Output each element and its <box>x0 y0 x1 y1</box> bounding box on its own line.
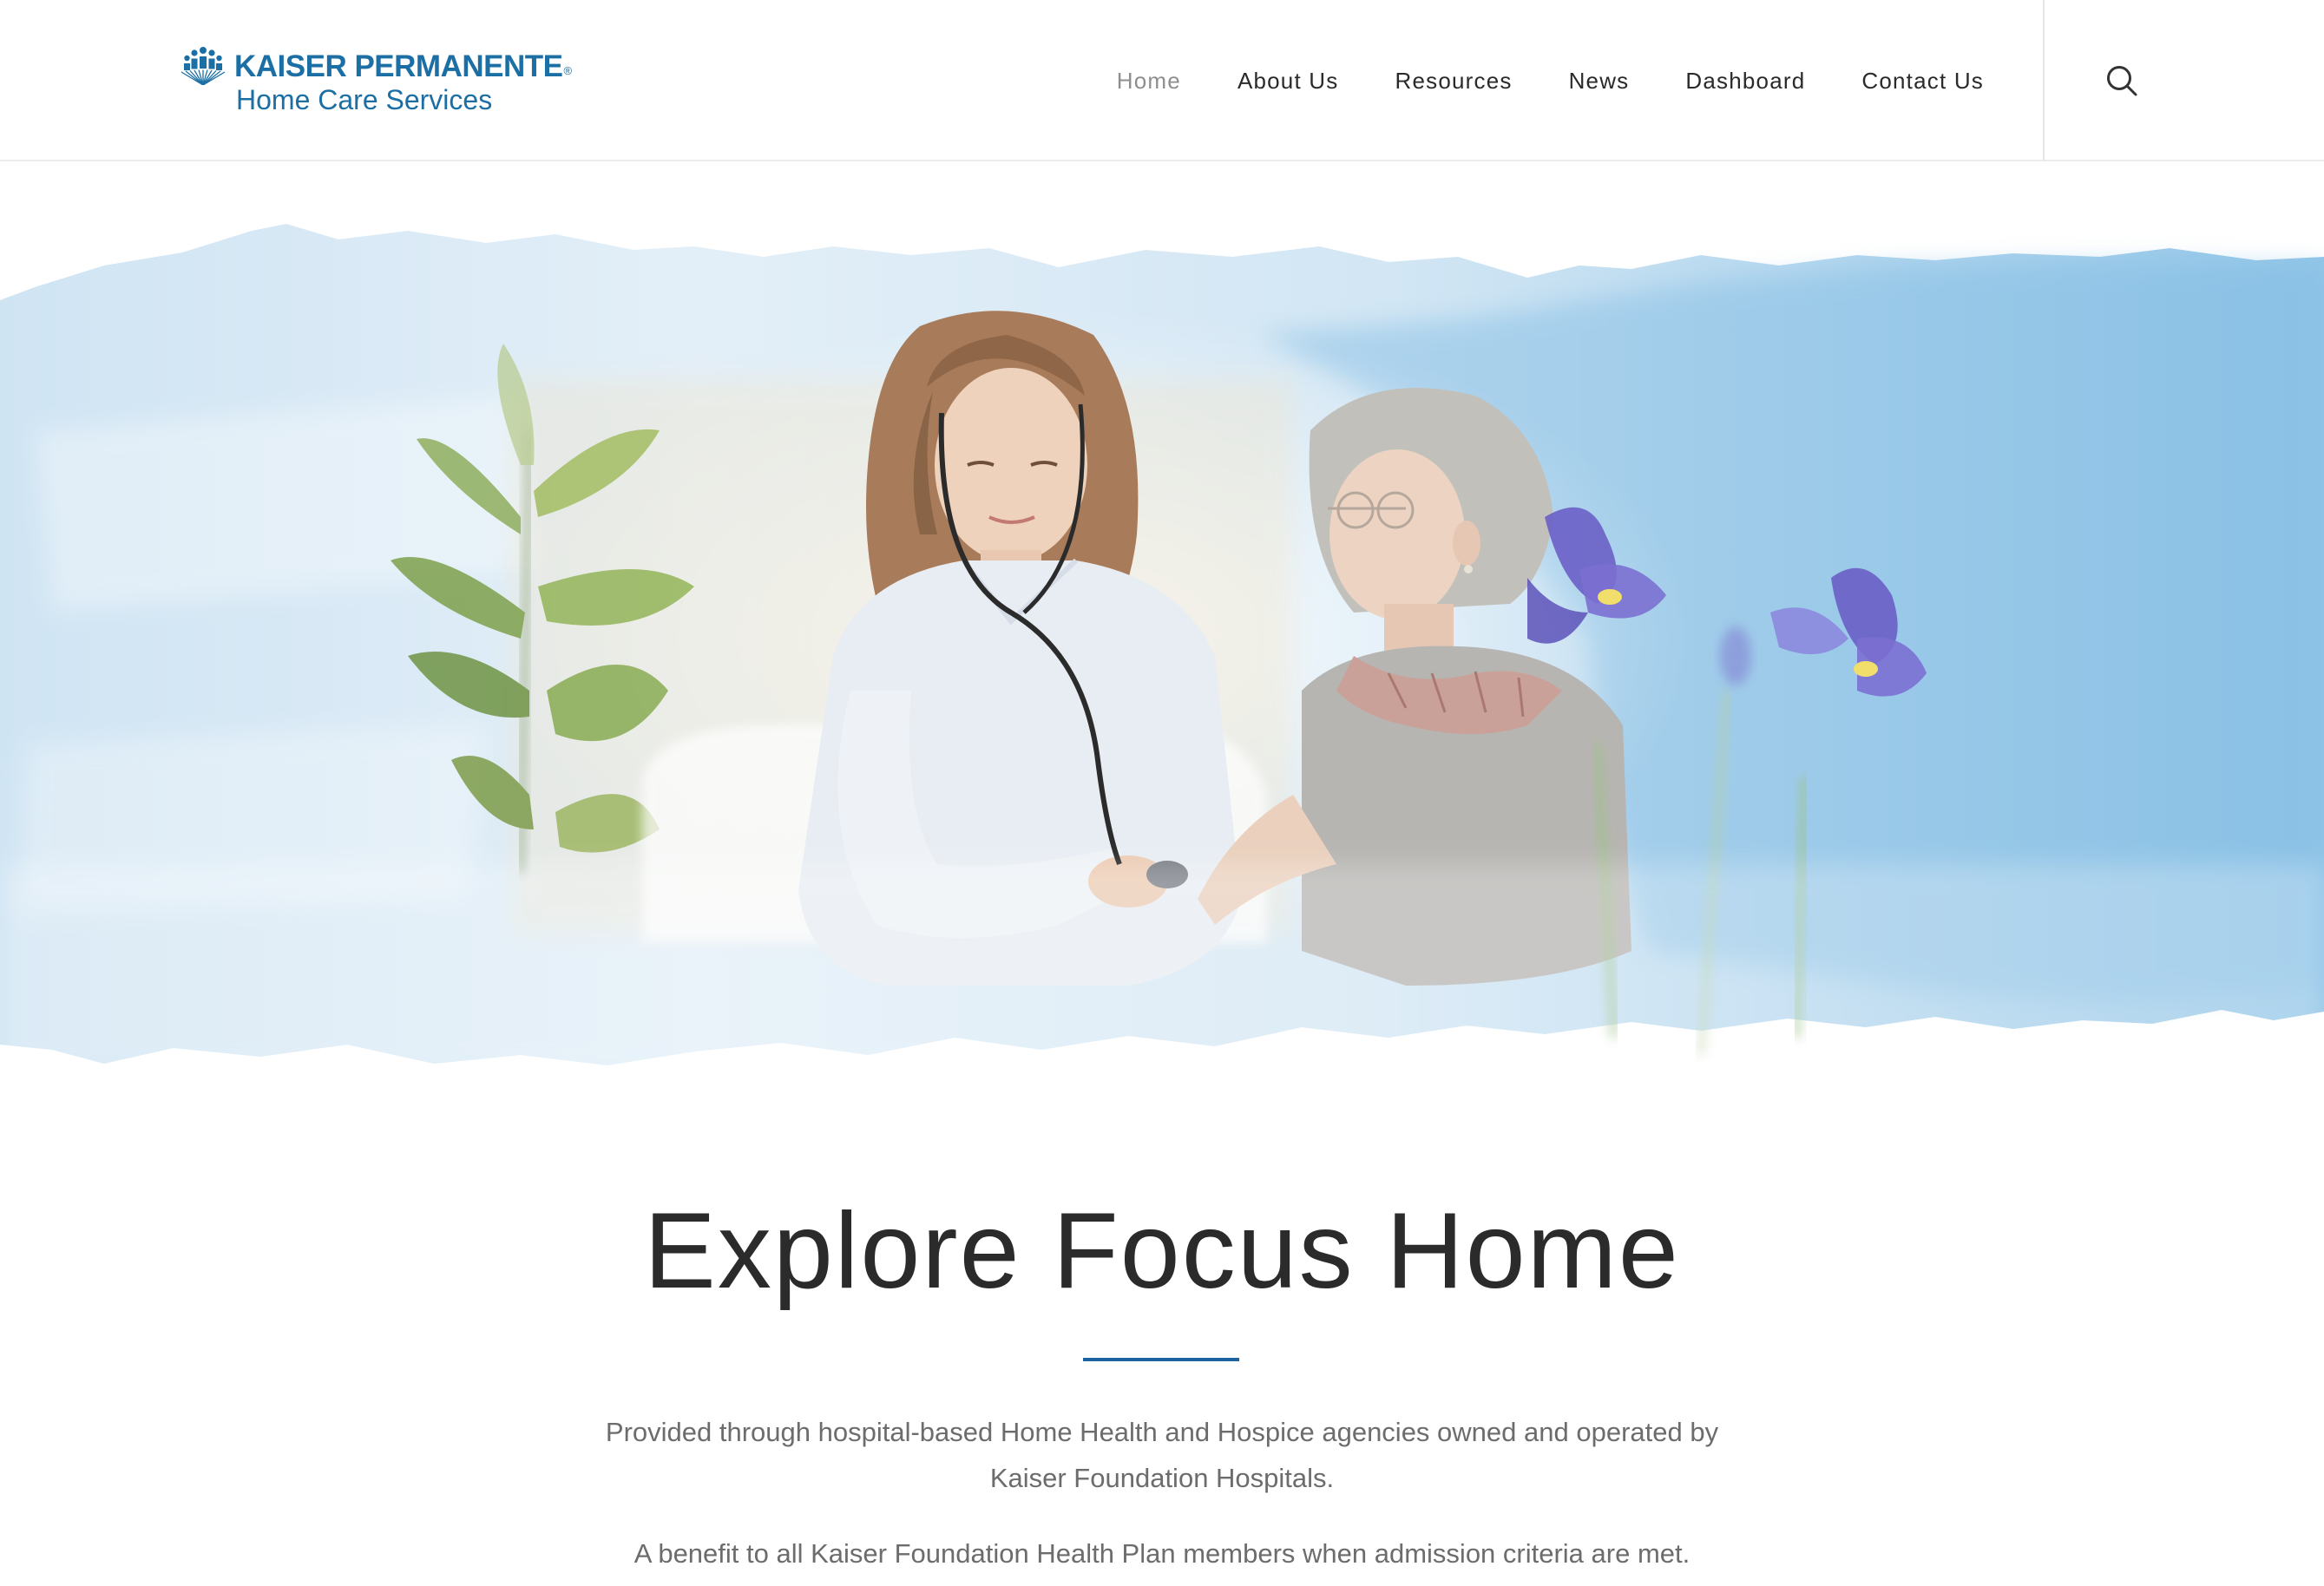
main-nav: Home About Us Resources News Dashboard C… <box>1117 0 1984 161</box>
intro-line-2: Kaiser Foundation Hospitals. <box>989 1463 1335 1493</box>
intro-line-1: Provided through hospital-based Home Hea… <box>605 1417 1719 1447</box>
title-divider <box>1083 1358 1239 1361</box>
page-title: Explore Focus Home <box>644 1191 1680 1311</box>
hero-image <box>0 205 2324 1072</box>
nav-dashboard[interactable]: Dashboard <box>1685 68 1805 95</box>
logo-wordmark: KAISER PERMANENTE® <box>234 49 572 83</box>
nav-contact-us[interactable]: Contact Us <box>1861 68 1984 95</box>
search-icon <box>2107 66 2137 96</box>
logo-registered-mark: ® <box>563 64 572 77</box>
nav-divider <box>2043 0 2045 161</box>
intro-paragraph: Provided through hospital-based Home Hea… <box>468 1409 1856 1501</box>
nav-home[interactable]: Home <box>1117 68 1181 95</box>
nav-about-us[interactable]: About Us <box>1237 68 1339 95</box>
hero-watercolor-illustration <box>0 224 2324 1072</box>
kaiser-logo[interactable]: KAISER PERMANENTE® Home Care Services <box>181 45 572 118</box>
logo-subtitle: Home Care Services <box>236 84 493 115</box>
benefit-paragraph: A benefit to all Kaiser Foundation Healt… <box>634 1538 1690 1569</box>
kaiser-logo-mark-icon <box>181 47 226 85</box>
site-header: KAISER PERMANENTE® Home Care Services Ho… <box>0 0 2324 161</box>
nav-news[interactable]: News <box>1569 68 1630 95</box>
search-button[interactable] <box>2102 61 2143 102</box>
nav-resources[interactable]: Resources <box>1395 68 1512 95</box>
